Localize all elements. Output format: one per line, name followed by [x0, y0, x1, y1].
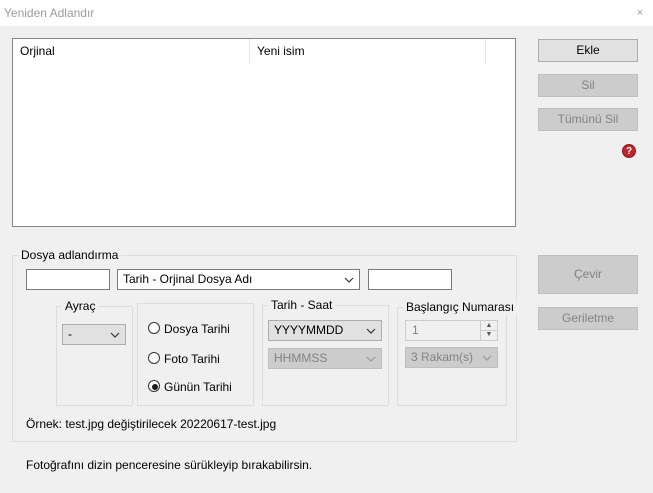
add-button[interactable]: Ekle — [538, 39, 638, 62]
format-select[interactable]: Tarih - Orjinal Dosya Adı — [117, 269, 360, 290]
digits-value: 3 Rakam(s) — [411, 350, 474, 364]
radio-circle — [148, 352, 160, 364]
file-list[interactable]: Orjinal Yeni isim — [12, 38, 516, 227]
start-number-label: Başlangıç Numarası — [403, 300, 518, 314]
list-header: Orjinal Yeni isim — [13, 39, 515, 64]
title-bar: Yeniden Adlandır × — [0, 0, 653, 26]
delete-all-button[interactable]: Tümünü Sil — [538, 108, 638, 131]
separator-label: Ayraç — [62, 299, 99, 313]
datetime-label: Tarih - Saat — [268, 298, 336, 312]
date-format-value: YYYYMMDD — [274, 323, 344, 337]
chevron-down-icon — [110, 332, 120, 338]
radio-circle — [148, 380, 160, 392]
spinner-down-icon[interactable]: ▼ — [481, 330, 497, 339]
time-format-select[interactable]: HHMMSS — [268, 348, 382, 369]
chevron-down-icon — [366, 328, 376, 334]
digits-select[interactable]: 3 Rakam(s) — [405, 347, 498, 368]
column-original[interactable]: Orjinal — [13, 39, 250, 64]
format-select-value: Tarih - Orjinal Dosya Adı — [123, 272, 253, 286]
naming-group-label: Dosya adlandırma — [18, 248, 122, 262]
column-new-name[interactable]: Yeni isim — [250, 39, 486, 64]
radio-circle — [148, 322, 160, 334]
radio-today-date-label: Günün Tarihi — [164, 380, 232, 394]
example-text: Örnek: test.jpg değiştirilecek 20220617-… — [26, 417, 277, 431]
radio-photo-date-label: Foto Tarihi — [164, 352, 220, 366]
chevron-down-icon — [366, 356, 376, 362]
start-number-spinner[interactable]: 1 ▲ ▼ — [405, 320, 498, 341]
start-number-value: 1 — [412, 323, 419, 337]
help-icon[interactable]: ? — [622, 144, 636, 158]
separator-group — [56, 306, 133, 406]
convert-button[interactable]: Çevir — [538, 255, 638, 294]
date-format-select[interactable]: YYYYMMDD — [268, 320, 382, 341]
spinner-buttons: ▲ ▼ — [480, 321, 497, 340]
radio-selected-dot — [152, 384, 158, 390]
suffix-input[interactable] — [368, 269, 452, 290]
separator-select-value: - — [68, 327, 72, 341]
chevron-down-icon — [482, 355, 492, 361]
delete-button[interactable]: Sil — [538, 74, 638, 97]
separator-select[interactable]: - — [62, 324, 126, 345]
prefix-input[interactable] — [26, 269, 110, 290]
radio-file-date-label: Dosya Tarihi — [164, 322, 230, 336]
close-icon[interactable]: × — [633, 6, 647, 20]
drag-drop-hint: Fotoğrafını dizin penceresine sürükleyip… — [26, 458, 313, 472]
chevron-down-icon — [344, 277, 354, 283]
time-format-value: HHMMSS — [274, 351, 328, 365]
window-title: Yeniden Adlandır — [4, 6, 95, 20]
undo-button[interactable]: Geriletme — [538, 307, 638, 330]
